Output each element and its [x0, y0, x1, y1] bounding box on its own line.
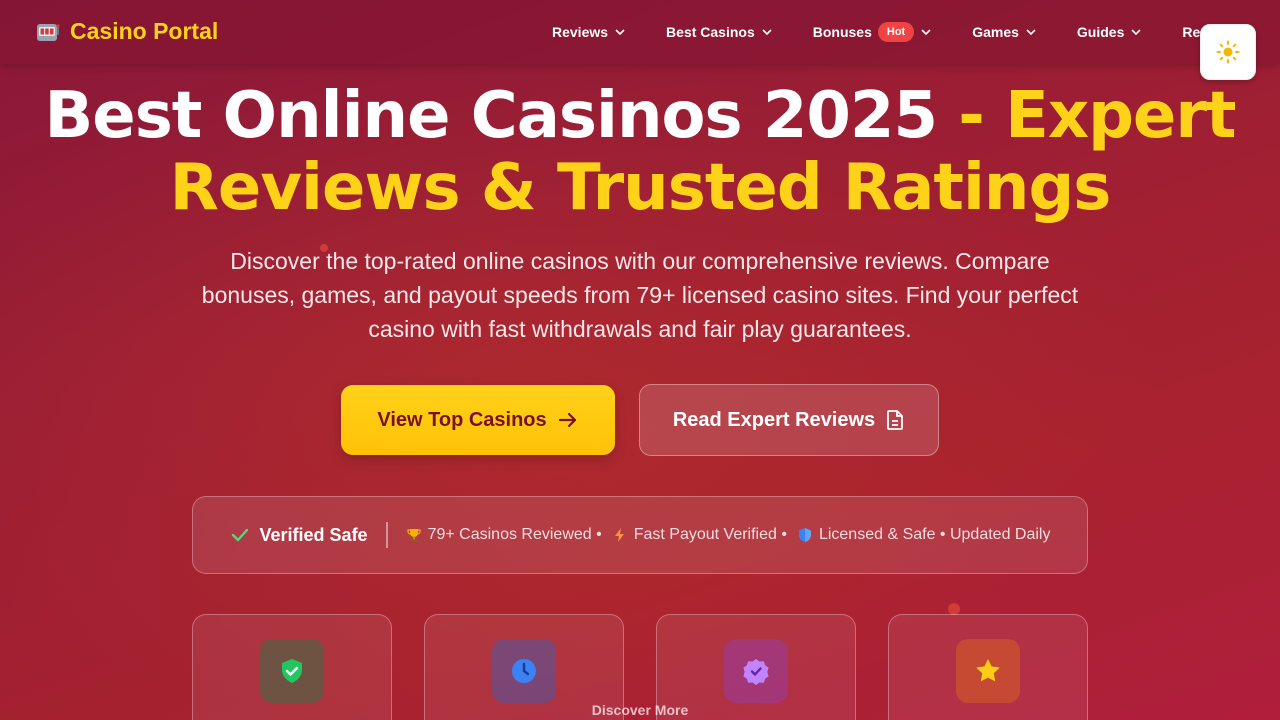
hero-subtitle: Discover the top-rated online casinos wi…	[201, 248, 1079, 342]
hero-title: Best Online Casinos 2025 - Expert Review…	[0, 80, 1280, 224]
nav-item-label: Reviews	[552, 24, 609, 40]
trust-item-text: 79+ Casinos Reviewed •	[427, 526, 602, 543]
trust-item-fast-payout: Fast Payout Verified •	[612, 526, 787, 544]
chevron-down-icon	[615, 29, 625, 36]
nav-item-label: Best Casinos	[666, 24, 755, 40]
button-label: View Top Casinos	[377, 408, 547, 431]
top-navigation: Casino Portal Reviews Best Casinos Bonus…	[0, 0, 1280, 80]
nav-item-guides[interactable]: Guides	[1077, 24, 1142, 40]
arrow-right-icon	[558, 412, 576, 428]
discover-more-link[interactable]: Discover More	[0, 702, 1280, 718]
nav-item-label: Games	[972, 24, 1019, 40]
hero-title-yellow: - Expert	[958, 79, 1236, 153]
lightning-icon	[614, 528, 624, 542]
shield-check-icon	[282, 659, 302, 683]
hero-title-white: Best Online Casinos 2025	[44, 79, 959, 153]
star-icon	[976, 659, 1000, 682]
nav-item-label: Guides	[1076, 24, 1125, 40]
nav-item-best-casinos[interactable]: Best Casinos	[666, 24, 773, 40]
trust-item-text: Licensed & Safe • Updated Daily	[818, 526, 1051, 543]
verified-safe-label: Verified Safe	[259, 524, 368, 545]
nav-item-label: Bonuses	[812, 24, 872, 40]
trust-item-licensed: Licensed & Safe • Updated Daily	[797, 526, 1051, 544]
main-menu: Reviews Best Casinos Bonuses Hot Games G…	[552, 0, 1261, 64]
brand-name: Casino Portal	[70, 18, 219, 44]
trophy-icon	[406, 529, 421, 542]
trust-item-casinos-reviewed: 79+ Casinos Reviewed •	[406, 526, 602, 544]
trust-item-text: Fast Payout Verified •	[633, 526, 787, 543]
chevron-down-icon	[1026, 29, 1036, 36]
theme-toggle-button[interactable]	[1200, 24, 1256, 80]
shield-icon	[798, 528, 811, 542]
nav-item-bonuses[interactable]: Bonuses Hot	[813, 22, 932, 42]
chevron-down-icon	[1131, 29, 1141, 36]
hero-title-yellow-line2: Reviews & Trusted Ratings	[169, 151, 1112, 225]
brand-logo[interactable]: Casino Portal	[36, 18, 218, 45]
feature-icon-container	[492, 639, 556, 703]
badge-check-icon	[743, 659, 769, 685]
check-icon	[231, 528, 248, 542]
nav-item-games[interactable]: Games	[972, 24, 1037, 40]
feature-icon-container	[724, 639, 788, 703]
slot-machine-icon	[37, 23, 60, 41]
button-label: Read Expert Reviews	[672, 408, 876, 431]
chevron-down-icon	[762, 29, 772, 36]
document-icon	[887, 410, 904, 430]
clock-icon	[512, 659, 536, 683]
view-top-casinos-button[interactable]: View Top Casinos	[341, 385, 615, 455]
divider	[385, 522, 388, 548]
chevron-down-icon	[921, 29, 931, 36]
nav-item-reviews[interactable]: Reviews	[552, 24, 626, 40]
read-expert-reviews-button[interactable]: Read Expert Reviews	[639, 384, 939, 456]
feature-icon-container	[260, 639, 324, 703]
trust-bar: Verified Safe 79+ Casinos Reviewed • Fas…	[192, 496, 1088, 574]
hot-badge: Hot	[877, 22, 915, 42]
feature-icon-container	[956, 639, 1020, 703]
sun-icon	[1216, 40, 1240, 64]
